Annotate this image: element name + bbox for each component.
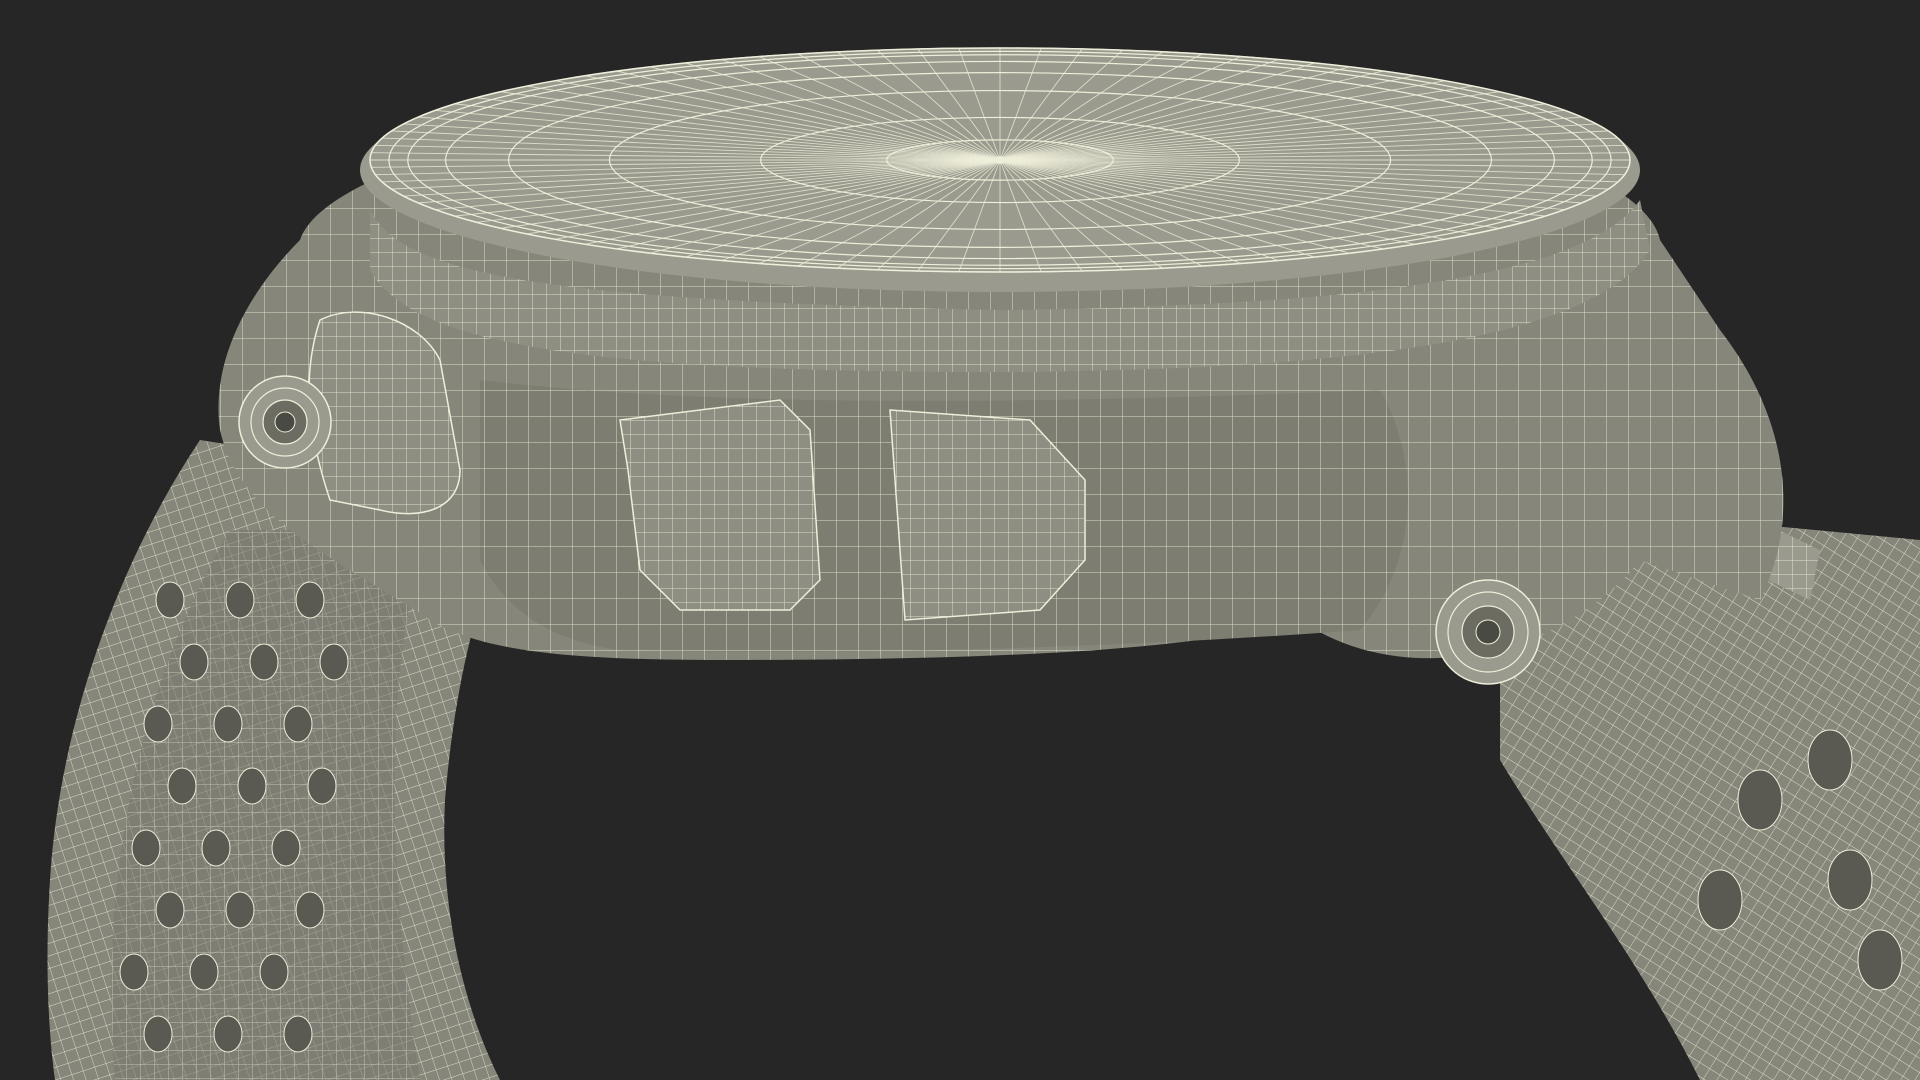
strap-hole bbox=[143, 1015, 173, 1053]
strap-hole bbox=[271, 829, 301, 867]
strap-hole bbox=[1697, 869, 1743, 931]
strap-hole bbox=[283, 705, 313, 743]
screw-left bbox=[238, 375, 332, 469]
strap-hole bbox=[225, 581, 255, 619]
strap-hole bbox=[319, 643, 349, 681]
strap-hole bbox=[237, 767, 267, 805]
watch-wireframe-render bbox=[0, 0, 1920, 1080]
strap-hole bbox=[1807, 729, 1853, 791]
strap-hole bbox=[155, 891, 185, 929]
strap-hole bbox=[1857, 929, 1903, 991]
strap-hole bbox=[155, 581, 185, 619]
strap-hole bbox=[225, 891, 255, 929]
strap-hole bbox=[249, 643, 279, 681]
strap-hole bbox=[1737, 769, 1783, 831]
strap-hole bbox=[283, 1015, 313, 1053]
strap-hole bbox=[213, 1015, 243, 1053]
strap-hole bbox=[143, 705, 173, 743]
strap-hole bbox=[295, 891, 325, 929]
dial-center bbox=[996, 156, 1004, 164]
render-viewport bbox=[0, 0, 1920, 1080]
screw-right bbox=[1435, 579, 1541, 685]
strap-hole bbox=[295, 581, 325, 619]
strap-hole bbox=[213, 705, 243, 743]
strap-hole bbox=[179, 643, 209, 681]
strap-hole bbox=[131, 829, 161, 867]
strap-hole bbox=[307, 767, 337, 805]
strap-hole bbox=[259, 953, 289, 991]
strap-hole bbox=[119, 953, 149, 991]
strap-hole bbox=[1827, 849, 1873, 911]
watch-bezel bbox=[360, 47, 1640, 292]
strap-hole bbox=[167, 767, 197, 805]
strap-hole bbox=[201, 829, 231, 867]
strap-hole bbox=[189, 953, 219, 991]
